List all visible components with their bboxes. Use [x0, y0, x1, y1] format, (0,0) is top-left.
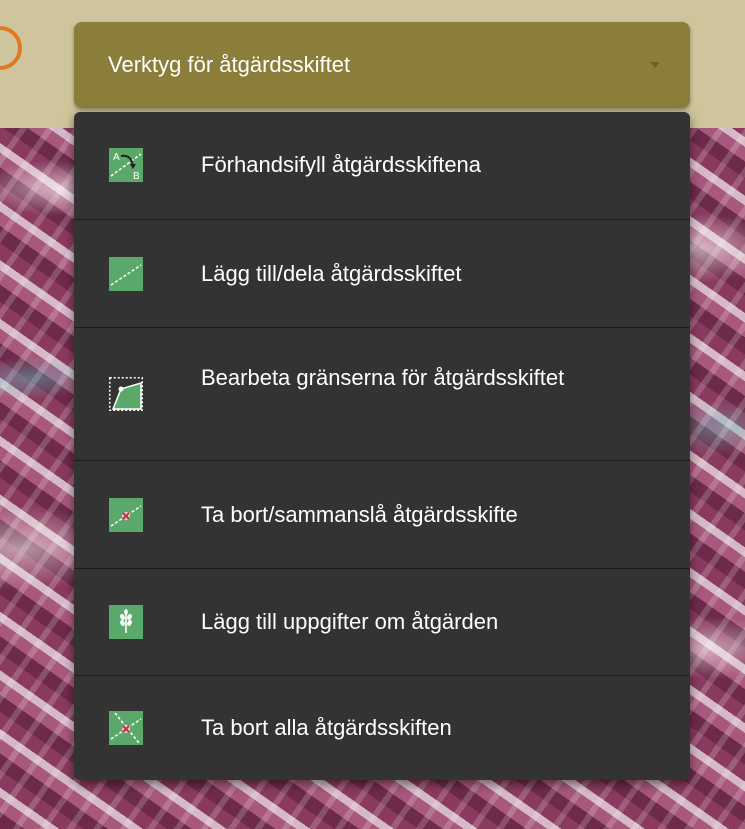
menu-item-add-action-info[interactable]: Lägg till uppgifter om åtgärden	[74, 568, 690, 675]
remove-merge-icon	[109, 498, 143, 532]
menu-item-remove-merge[interactable]: Ta bort/sammanslå åtgärdsskifte	[74, 460, 690, 568]
menu-item-label: Förhandsifyll åtgärdsskiftena	[201, 152, 482, 177]
add-split-line-icon	[109, 257, 143, 291]
menu-item-label: Bearbeta gränserna för åtgärdsskiftet	[201, 365, 565, 390]
menu-item-label: Lägg till uppgifter om åtgärden	[201, 609, 499, 634]
prefill-ab-icon: A B	[109, 148, 143, 182]
tools-dropdown-menu: A B Förhandsifyll åtgärdsskiftena Lägg t…	[74, 112, 690, 780]
wheat-icon	[109, 605, 143, 639]
dropdown-label: Verktyg för åtgärdsskiftet	[108, 52, 351, 77]
menu-item-remove-all[interactable]: Ta bort alla åtgärdsskiften	[74, 675, 690, 780]
svg-text:A: A	[113, 152, 120, 163]
menu-item-label: Lägg till/dela åtgärdsskiftet	[201, 261, 462, 286]
caret-down-icon	[650, 62, 660, 68]
menu-item-label: Ta bort/sammanslå åtgärdsskifte	[201, 502, 518, 527]
toolbar: Verktyg för åtgärdsskiftet	[0, 0, 745, 128]
circle-marker-icon[interactable]	[0, 26, 22, 70]
menu-item-label: Ta bort alla åtgärdsskiften	[201, 715, 452, 740]
svg-text:B: B	[133, 171, 140, 182]
menu-item-edit-boundary[interactable]: Bearbeta gränserna för åtgärdsskiftet	[74, 327, 690, 460]
remove-all-icon	[109, 711, 143, 745]
edit-boundary-icon	[109, 377, 143, 411]
tools-dropdown-button[interactable]: Verktyg för åtgärdsskiftet	[74, 22, 690, 108]
menu-item-add-split[interactable]: Lägg till/dela åtgärdsskiftet	[74, 219, 690, 327]
menu-item-prefill[interactable]: A B Förhandsifyll åtgärdsskiftena	[74, 112, 690, 219]
